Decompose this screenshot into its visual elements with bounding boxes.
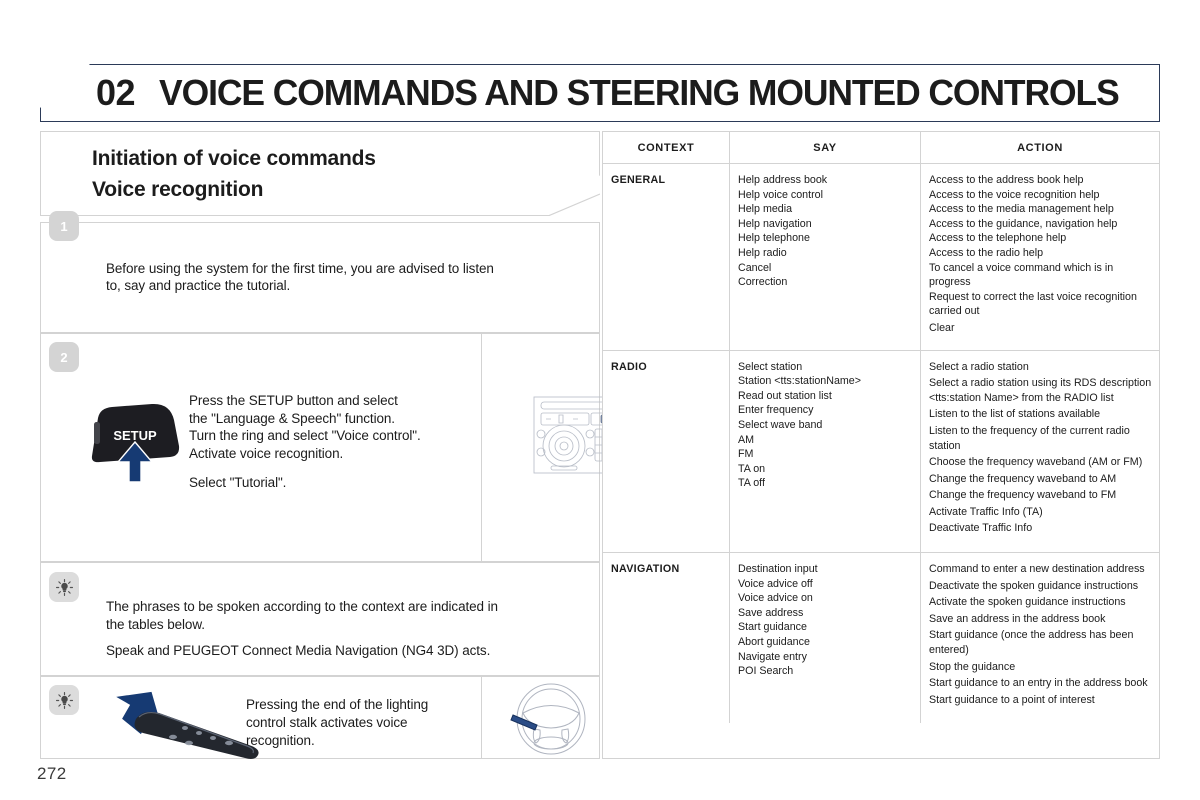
step-2-text: Press the SETUP button and select the "L… xyxy=(189,392,421,492)
table-row: NAVIGATION Destination input Voice advic… xyxy=(603,552,1159,724)
step-1-line-1: Before using the system for the first ti… xyxy=(106,261,494,276)
panel-2-divider xyxy=(481,334,482,561)
step-panel-4: Pressing the end of the lighting control… xyxy=(40,676,600,759)
row-action: Command to enter a new destination addre… xyxy=(920,552,1159,724)
tip-3-line-3: Speak and PEUGEOT Connect Media Navigati… xyxy=(106,643,491,658)
page-number: 272 xyxy=(37,764,67,783)
column-header-action: ACTION xyxy=(920,132,1159,164)
row-context: RADIO xyxy=(603,350,730,554)
table-header-row: CONTEXT SAY ACTION xyxy=(603,132,1159,164)
panel-4-divider xyxy=(481,677,482,758)
column-header-context: CONTEXT xyxy=(603,132,730,164)
row-action: Access to the address book help Access t… xyxy=(920,163,1159,351)
step-2-line-2: the "Language & Speech" function. xyxy=(189,410,395,426)
left-column: Initiation of voice commands Voice recog… xyxy=(40,131,623,759)
column-header-say: SAY xyxy=(729,132,921,164)
row-say: Destination input Voice advice off Voice… xyxy=(729,552,921,724)
step-badge-1: 1 xyxy=(49,211,79,241)
page-title: VOICE COMMANDS AND STEERING MOUNTED CONT… xyxy=(159,72,1120,113)
section-title-line-2: Voice recognition xyxy=(92,178,264,201)
voice-commands-table: CONTEXT SAY ACTION GENERAL Help address … xyxy=(602,131,1160,759)
row-action: Select a radio station Select a radio st… xyxy=(920,350,1159,554)
step-1-text: Before using the system for the first ti… xyxy=(106,260,494,294)
lighting-control-stalk-illustration xyxy=(116,691,259,759)
tip-3-text: The phrases to be spoken according to th… xyxy=(106,598,498,660)
chapter-number: 02 xyxy=(96,72,136,113)
setup-button-label: SETUP xyxy=(113,428,157,443)
step-panel-2: 2 SETUP Press the SETUP button and selec… xyxy=(40,333,623,562)
row-context: NAVIGATION xyxy=(611,563,680,576)
tip-4-line-2: control stalk activates voice xyxy=(246,715,408,730)
setup-button-illustration: SETUP xyxy=(91,403,180,483)
bulb-icon xyxy=(55,578,73,596)
step-2-line-1: Press the SETUP button and select xyxy=(189,393,398,408)
step-1-line-2: to, say and practice the tutorial. xyxy=(106,278,291,293)
row-context: GENERAL xyxy=(603,163,730,351)
step-2-line-4: Activate voice recognition. xyxy=(189,445,344,461)
step-2-line-3: Turn the ring and select "Voice control"… xyxy=(189,428,421,443)
chapter-title-bar: 02 VOICE COMMANDS AND STEERING MOUNTED C… xyxy=(40,64,1160,122)
tip-4-text: Pressing the end of the lighting control… xyxy=(246,696,428,750)
tip-badge-4 xyxy=(49,685,79,715)
steering-wheel-illustration xyxy=(510,683,586,755)
section-header-panel: Initiation of voice commands Voice recog… xyxy=(40,131,600,216)
section-title-line-1: Initiation of voice commands xyxy=(92,147,376,170)
step-panel-1: 1 Before using the system for the first … xyxy=(40,211,600,333)
table-row: RADIO Select station Station <tts:statio… xyxy=(603,350,1159,554)
step-2-line-5: Select "Tutorial". xyxy=(189,475,287,490)
step-panel-3: The phrases to be spoken according to th… xyxy=(40,562,600,676)
tip-3-line-2: the tables below. xyxy=(106,617,205,632)
tip-4-line-3: recognition. xyxy=(246,733,315,748)
step-badge-2: 2 xyxy=(49,342,79,372)
bulb-icon xyxy=(55,691,73,709)
row-say: Help address book Help voice control Hel… xyxy=(729,163,921,351)
row-say: Select station Station <tts:stationName>… xyxy=(729,350,921,554)
tip-4-line-1: Pressing the end of the lighting xyxy=(246,697,429,712)
tip-badge-3 xyxy=(49,572,79,602)
tip-3-line-1: The phrases to be spoken according to th… xyxy=(106,599,498,614)
table-row: GENERAL Help address book Help voice con… xyxy=(603,163,1159,351)
